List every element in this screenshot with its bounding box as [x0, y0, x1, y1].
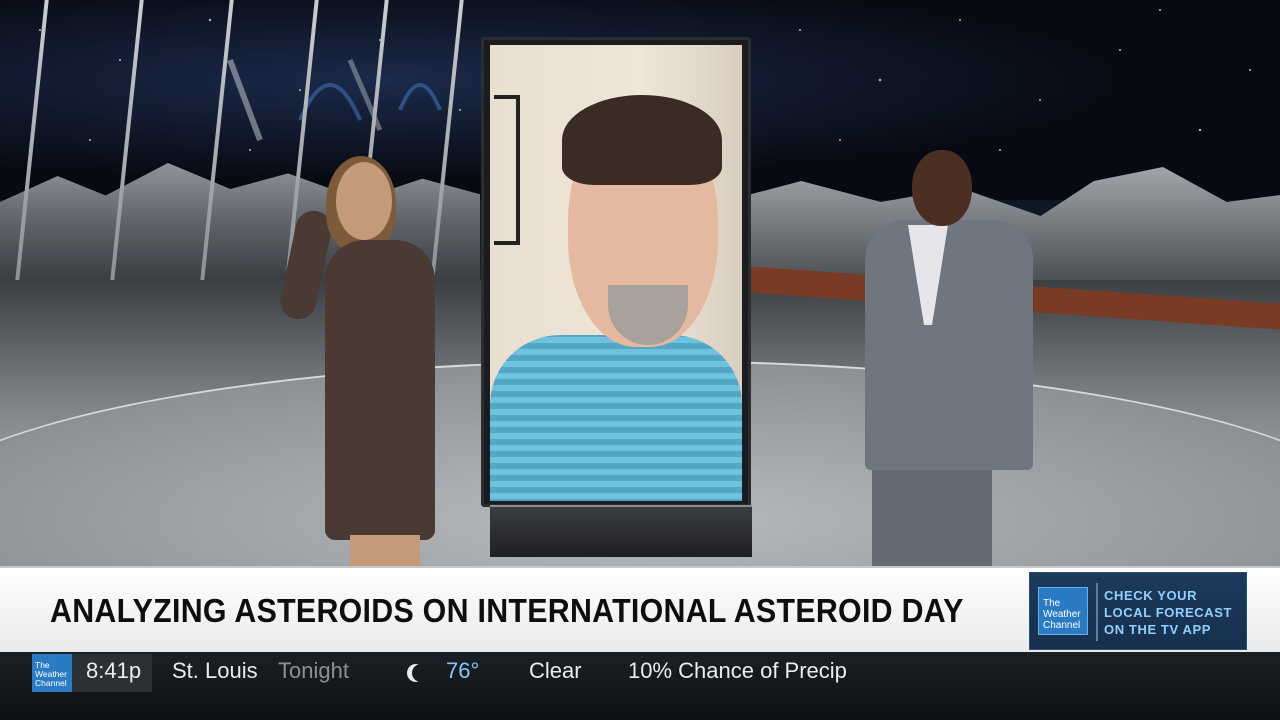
presenter-right	[865, 220, 1033, 470]
ticker-weather-channel-logo: The Weather Channel	[32, 654, 72, 692]
promo-divider	[1096, 583, 1098, 641]
tv-app-promo: The Weather Channel CHECK YOUR LOCAL FOR…	[1029, 572, 1247, 650]
presenter-left-legs	[350, 535, 420, 566]
logo-line: Weather	[1043, 609, 1081, 620]
logo-line: Channel	[35, 678, 67, 688]
weather-ticker: The Weather Channel 8:41p St. Louis Toni…	[0, 652, 1280, 720]
guest-hair	[562, 95, 722, 185]
promo-line: ON THE TV APP	[1104, 622, 1211, 637]
background-doorframe	[494, 95, 520, 245]
promo-line: LOCAL FORECAST	[1104, 605, 1233, 620]
ticker-time: 8:41p	[86, 658, 142, 683]
moon-icon	[412, 664, 430, 682]
ticker-period: Tonight	[278, 658, 349, 683]
guest-shirt	[490, 335, 742, 501]
presenter-right-legs	[872, 465, 992, 566]
ticker-temperature: 76°	[446, 658, 480, 683]
ticker-location: St. Louis	[172, 658, 258, 683]
remote-guest-video	[490, 45, 742, 501]
logo-line: The	[1043, 598, 1061, 609]
ticker-condition: Clear	[529, 658, 582, 683]
presenter-right-head	[912, 150, 972, 226]
video-monitor-stand	[490, 505, 752, 557]
promo-message: CHECK YOUR LOCAL FORECAST ON THE TV APP	[1104, 587, 1232, 638]
lower-third-headline-bar: ANALYZING ASTEROIDS ON INTERNATIONAL AST…	[0, 566, 1280, 652]
weather-channel-logo: The Weather Channel	[1038, 587, 1088, 635]
logo-line: Channel	[1043, 620, 1081, 631]
promo-line: CHECK YOUR	[1104, 588, 1198, 603]
headline-text: ANALYZING ASTEROIDS ON INTERNATIONAL AST…	[50, 592, 964, 629]
presenter-left-head	[336, 162, 392, 240]
presenter-left	[325, 240, 435, 540]
ticker-precip: 10% Chance of Precip	[628, 658, 847, 683]
